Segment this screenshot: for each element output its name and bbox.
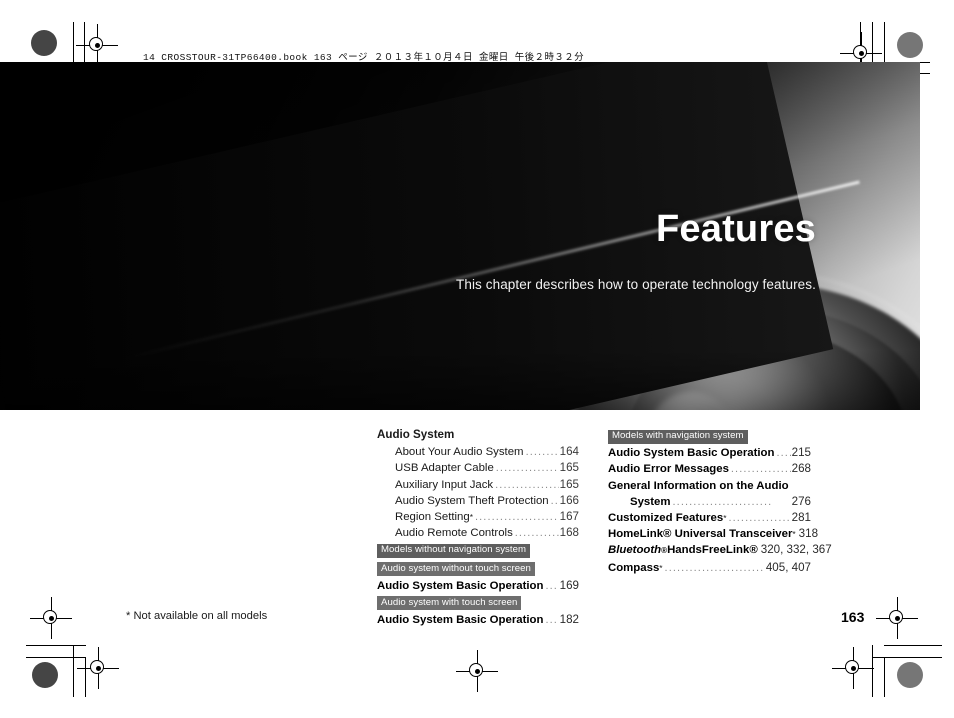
dot-leader: ........................................… [475, 511, 559, 524]
toc-entry-label: Audio System Basic Operation [377, 613, 544, 626]
toc-entry-label: General Information on the Audio [608, 479, 789, 492]
toc-entry-page: 276 [791, 494, 811, 508]
toc-entry-label: Audio System Basic Operation [377, 579, 544, 592]
toc-entry-page: 320, 332, 367 [760, 543, 832, 557]
registration-mark-icon [876, 597, 918, 639]
chapter-title: Features [655, 208, 816, 250]
color-patch-icon [31, 30, 57, 56]
crop-line [884, 645, 942, 646]
tag-models-without-navigation: Models without navigation system [377, 543, 531, 559]
toc-entry-region-setting[interactable]: Region Setting* ........................… [377, 509, 579, 525]
toc-entry-label: System [630, 495, 671, 508]
toc-entry-page: 268 [791, 462, 811, 476]
toc-entry-audio-system-theft-protection[interactable]: Audio System Theft Protection ..........… [377, 493, 579, 509]
toc-entry-page: 182 [559, 612, 579, 626]
page-number: 163 [841, 609, 865, 625]
chapter-subtitle: This chapter describes how to operate te… [455, 277, 816, 292]
toc-entry-label: Customized Features [608, 511, 724, 524]
dot-leader: ........................ [728, 511, 791, 524]
dot-leader: .............................. [664, 561, 765, 574]
color-patch-icon [32, 662, 58, 688]
footnote-text: * Not available on all models [126, 610, 268, 622]
asterisk-marker: * [469, 512, 473, 523]
tag-audio-system-with-touch-screen: Audio system with touch screen [377, 596, 522, 611]
toc-entry-audio-system-basic-operation-no-touch[interactable]: Audio System Basic Operation ...........… [377, 578, 579, 594]
chapter-banner: Features This chapter describes how to o… [0, 62, 920, 410]
toc-entry-customized-features[interactable]: Customized Features* ...................… [608, 510, 811, 526]
toc-entry-page: 166 [559, 493, 579, 507]
color-patch-icon [897, 32, 923, 58]
registration-mark-icon [77, 647, 119, 689]
crop-line [26, 657, 86, 658]
toc-entry-label: Audio System Basic Operation [608, 447, 775, 460]
toc-entry-page: 169 [559, 578, 579, 592]
dot-leader: ........................................… [495, 462, 559, 475]
toc-entry-audio-system-basic-operation-touch[interactable]: Audio System Basic Operation ...........… [377, 612, 579, 628]
toc-entry-label: About Your Audio System [395, 446, 524, 459]
crop-line [872, 645, 873, 697]
toc-entry-usb-adapter-cable[interactable]: USB Adapter Cable ......................… [377, 460, 579, 476]
toc-entry-page: 168 [559, 526, 579, 540]
crop-line [26, 645, 86, 646]
toc-entry-label: Region Setting [395, 511, 470, 524]
toc-entry-label: Audio Error Messages [608, 463, 729, 476]
crop-line [884, 657, 885, 697]
dot-leader: .......................... [545, 613, 558, 626]
asterisk-marker: * [723, 512, 727, 523]
toc-entry-label: Audio System Theft Protection [395, 494, 549, 507]
registration-mark-icon [832, 647, 874, 689]
toc-entry-page: 281 [791, 510, 811, 524]
toc-entry-page: 165 [559, 461, 579, 475]
toc-entry-homelink-universal-transceiver[interactable]: HomeLink® Universal Transceiver* .. 318 [608, 526, 818, 542]
toc-entry-general-information-audio-system-line2[interactable]: System ........................ 276 [608, 494, 811, 510]
toc-entry-label: HomeLink® Universal Transceiver [608, 528, 793, 541]
toc-entry-audio-remote-controls[interactable]: Audio Remote Controls ..................… [377, 525, 579, 541]
toc-entry-about-your-audio-system[interactable]: About Your Audio System ................… [377, 444, 579, 460]
toc-entry-page: 165 [559, 477, 579, 491]
toc-entry-label: Auxiliary Input Jack [395, 478, 494, 491]
dot-leader: ........................ [730, 463, 791, 476]
toc-entry-page: 318 [798, 527, 819, 541]
dot-leader: .......................... [545, 579, 558, 592]
toc-entry-page: 405, 407 [765, 560, 811, 574]
dot-leader: ........................................… [514, 527, 559, 540]
toc-entry-audio-error-messages[interactable]: Audio Error Messages ...................… [608, 461, 811, 477]
registration-mark-icon [76, 24, 118, 66]
dot-leader: ........................ [776, 447, 790, 460]
print-header-text: 14 CROSSTOUR-31TP66400.book 163 ページ ２０１３… [143, 52, 585, 63]
toc-right-column: Models with navigation system Audio Syst… [608, 427, 832, 576]
registration-mark-icon [30, 597, 72, 639]
registration-mark-icon [456, 650, 498, 692]
tag-models-with-navigation: Models with navigation system [608, 429, 748, 444]
toc-entry-page: 215 [791, 446, 811, 460]
dot-leader: ........................ [672, 495, 773, 508]
dot-leader: ........................................… [525, 446, 559, 459]
toc-entry-label: Audio Remote Controls [395, 527, 513, 540]
dot-leader: ........................................… [550, 494, 559, 507]
toc-entry-general-information-audio-system-line1[interactable]: General Information on the Audio [608, 478, 811, 494]
dot-leader: ........................................… [495, 478, 559, 491]
tag-audio-system-without-touch-screen: Audio system without touch screen [377, 562, 535, 577]
toc-entry-label-italic: Bluetooth [608, 544, 662, 557]
asterisk-marker: * [659, 562, 663, 573]
crop-line [872, 657, 942, 658]
toc-entry-compass[interactable]: Compass* .............................. … [608, 560, 811, 576]
color-patch-icon [897, 662, 923, 688]
crop-line [73, 645, 74, 697]
toc-entry-audio-system-basic-operation-nav[interactable]: Audio System Basic Operation ...........… [608, 445, 811, 461]
toc-entry-label: HandsFreeLink® [667, 544, 758, 557]
toc-group-title-audio-system: Audio System [377, 428, 455, 441]
toc-entry-bluetooth-handsfreelink[interactable]: Bluetooth® HandsFreeLink® .... 320, 332,… [608, 542, 832, 559]
toc-left-column: Audio System About Your Audio System ...… [377, 427, 579, 628]
toc-entry-page: 164 [559, 445, 579, 459]
toc-entry-page: 167 [559, 510, 579, 524]
toc-entry-auxiliary-input-jack[interactable]: Auxiliary Input Jack ...................… [377, 477, 579, 493]
asterisk-marker: * [792, 529, 796, 540]
toc-entry-label: Compass [608, 561, 660, 574]
toc-entry-label: USB Adapter Cable [395, 462, 494, 475]
